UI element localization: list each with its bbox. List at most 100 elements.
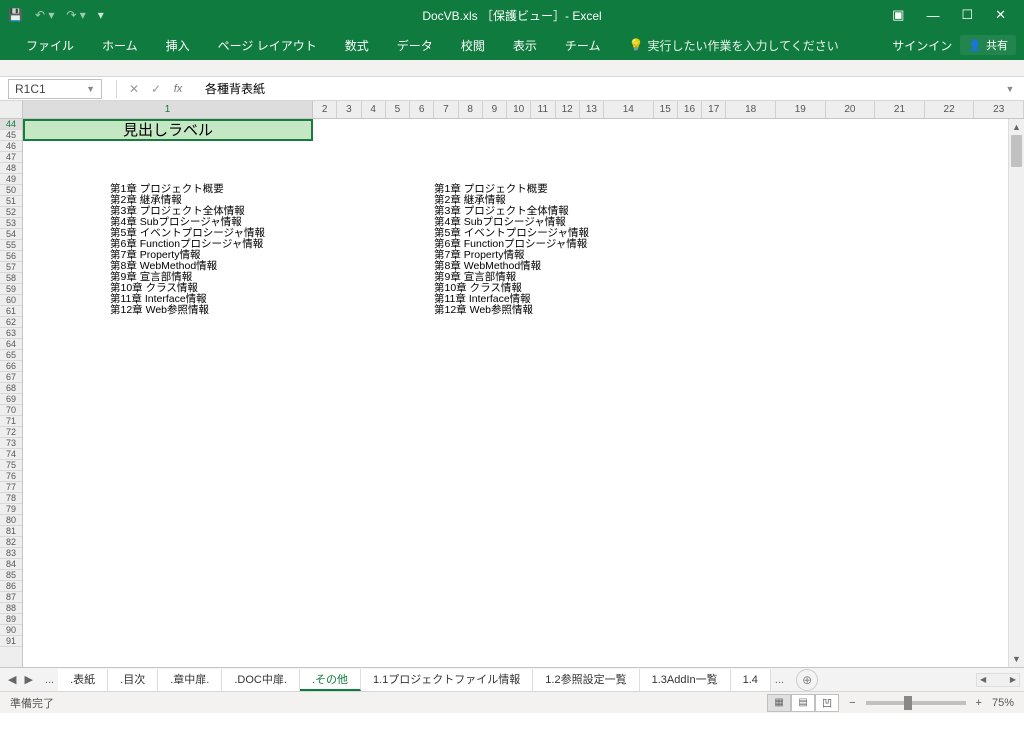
row-header[interactable]: 53: [0, 218, 22, 229]
chevron-down-icon[interactable]: ▼: [86, 84, 95, 94]
tab-nav-next-icon[interactable]: ▶: [24, 673, 32, 686]
col-header[interactable]: 1: [23, 101, 313, 118]
row-header[interactable]: 49: [0, 174, 22, 185]
zoom-out-button[interactable]: −: [849, 697, 855, 709]
tab-file[interactable]: ファイル: [12, 30, 88, 60]
row-header[interactable]: 55: [0, 240, 22, 251]
row-header[interactable]: 66: [0, 361, 22, 372]
tab-review[interactable]: 校閲: [447, 30, 499, 60]
row-header[interactable]: 67: [0, 372, 22, 383]
scroll-thumb[interactable]: [1011, 135, 1022, 167]
row-header[interactable]: 71: [0, 416, 22, 427]
row-header[interactable]: 65: [0, 350, 22, 361]
tab-view[interactable]: 表示: [499, 30, 551, 60]
col-header[interactable]: 15: [654, 101, 678, 118]
row-header[interactable]: 75: [0, 460, 22, 471]
col-header[interactable]: 20: [826, 101, 876, 118]
page-layout-view-button[interactable]: ▤: [791, 694, 815, 712]
horizontal-scrollbar[interactable]: ◀▶: [976, 673, 1020, 687]
zoom-in-button[interactable]: +: [976, 697, 982, 709]
col-header[interactable]: 6: [410, 101, 434, 118]
sheet-tab[interactable]: .表紙: [58, 669, 108, 691]
row-header[interactable]: 47: [0, 152, 22, 163]
tab-team[interactable]: チーム: [551, 30, 615, 60]
row-header[interactable]: 52: [0, 207, 22, 218]
row-header[interactable]: 84: [0, 559, 22, 570]
fx-icon[interactable]: fx: [167, 83, 189, 95]
zoom-slider[interactable]: [866, 701, 966, 705]
selected-cell[interactable]: 見出しラベル: [23, 119, 313, 141]
col-header[interactable]: 17: [702, 101, 726, 118]
row-header[interactable]: 80: [0, 515, 22, 526]
tab-page-layout[interactable]: ページ レイアウト: [204, 30, 331, 60]
vertical-scrollbar[interactable]: ▲ ▼: [1008, 119, 1024, 667]
col-header[interactable]: 21: [875, 101, 925, 118]
tab-nav-prev-icon[interactable]: ◀: [8, 673, 16, 686]
sheet-tab[interactable]: 1.2参照設定一覧: [533, 669, 639, 691]
add-sheet-button[interactable]: ⊕: [796, 669, 818, 691]
tab-overflow-right[interactable]: ...: [771, 674, 788, 686]
row-header[interactable]: 54: [0, 229, 22, 240]
col-header[interactable]: 10: [507, 101, 531, 118]
row-header[interactable]: 64: [0, 339, 22, 350]
sheet-tab[interactable]: 1.4: [731, 669, 771, 691]
page-break-view-button[interactable]: 凹: [815, 694, 839, 712]
tell-me[interactable]: 💡 実行したい作業を入力してください: [614, 30, 852, 60]
cancel-formula-icon[interactable]: ✕: [123, 82, 145, 96]
scroll-down-icon[interactable]: ▼: [1009, 651, 1024, 667]
maximize-icon[interactable]: ☐: [961, 7, 973, 23]
sheet-tab[interactable]: .その他: [300, 669, 361, 691]
formula-expand-icon[interactable]: ▼: [1002, 84, 1018, 94]
qat-customize-icon[interactable]: ▾: [98, 8, 104, 22]
row-header[interactable]: 57: [0, 262, 22, 273]
row-header[interactable]: 70: [0, 405, 22, 416]
col-header[interactable]: 16: [678, 101, 702, 118]
row-header[interactable]: 48: [0, 163, 22, 174]
row-header[interactable]: 85: [0, 570, 22, 581]
row-header[interactable]: 51: [0, 196, 22, 207]
zoom-level[interactable]: 75%: [992, 697, 1014, 709]
minimize-icon[interactable]: —: [926, 8, 939, 23]
row-header[interactable]: 50: [0, 185, 22, 196]
enter-formula-icon[interactable]: ✓: [145, 82, 167, 96]
col-header[interactable]: 14: [604, 101, 654, 118]
row-header[interactable]: 86: [0, 581, 22, 592]
row-header[interactable]: 72: [0, 427, 22, 438]
col-header[interactable]: 22: [925, 101, 975, 118]
col-header[interactable]: 19: [776, 101, 826, 118]
col-header[interactable]: 13: [580, 101, 604, 118]
col-header[interactable]: 23: [974, 101, 1024, 118]
col-header[interactable]: 11: [531, 101, 555, 118]
tab-formulas[interactable]: 数式: [331, 30, 383, 60]
row-header[interactable]: 61: [0, 306, 22, 317]
sheet-tab[interactable]: .DOC中扉.: [222, 669, 300, 691]
col-header[interactable]: 7: [434, 101, 458, 118]
col-header[interactable]: 3: [337, 101, 361, 118]
sheet-tab[interactable]: .目次: [108, 669, 158, 691]
row-header[interactable]: 79: [0, 504, 22, 515]
sheet-tab[interactable]: 1.3AddIn一覧: [640, 669, 731, 691]
share-button[interactable]: 👤 共有: [960, 35, 1016, 55]
save-icon[interactable]: 💾: [8, 8, 23, 22]
row-header[interactable]: 74: [0, 449, 22, 460]
row-header[interactable]: 58: [0, 273, 22, 284]
row-header[interactable]: 68: [0, 383, 22, 394]
row-header[interactable]: 89: [0, 614, 22, 625]
col-header[interactable]: 18: [726, 101, 776, 118]
col-header[interactable]: 12: [556, 101, 580, 118]
col-header[interactable]: 5: [386, 101, 410, 118]
row-header[interactable]: 83: [0, 548, 22, 559]
sheet-tab[interactable]: .章中扉.: [158, 669, 222, 691]
redo-icon[interactable]: ↷ ▾: [66, 8, 85, 22]
row-header[interactable]: 76: [0, 471, 22, 482]
col-header[interactable]: 9: [483, 101, 507, 118]
row-header[interactable]: 90: [0, 625, 22, 636]
row-header[interactable]: 78: [0, 493, 22, 504]
zoom-handle[interactable]: [904, 696, 912, 710]
tab-overflow-left[interactable]: ...: [41, 674, 58, 686]
row-header[interactable]: 44: [0, 119, 22, 130]
scroll-up-icon[interactable]: ▲: [1009, 119, 1024, 135]
row-header[interactable]: 63: [0, 328, 22, 339]
tab-insert[interactable]: 挿入: [152, 30, 204, 60]
col-header[interactable]: 8: [459, 101, 483, 118]
